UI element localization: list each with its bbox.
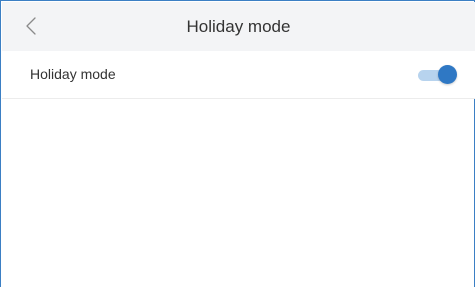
chevron-left-icon (26, 17, 36, 35)
app-window: Holiday mode Holiday mode (0, 0, 475, 287)
setting-label: Holiday mode (30, 66, 116, 82)
page-title: Holiday mode (186, 17, 291, 36)
back-button[interactable] (20, 14, 44, 38)
top-bar: Holiday mode (2, 2, 475, 51)
holiday-mode-toggle[interactable] (416, 65, 457, 85)
setting-row-holiday-mode: Holiday mode (2, 51, 475, 99)
toggle-knob (438, 65, 457, 84)
